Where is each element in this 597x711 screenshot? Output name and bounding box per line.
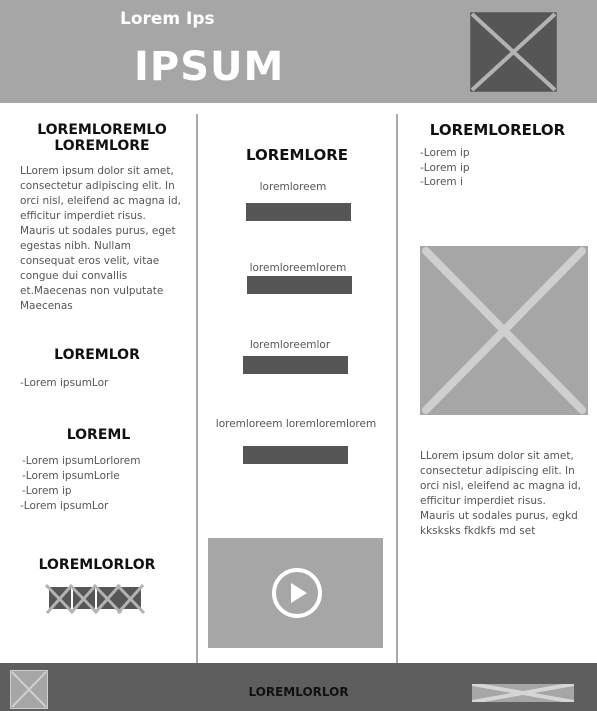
right-paragraph: LLorem ipsum dolor sit amet, consectetur… (420, 449, 596, 539)
list-item: -Lorem ip (420, 147, 470, 159)
paragraph-line: Mauris ut sodales purus, egkd (420, 510, 578, 522)
bar-button[interactable] (247, 276, 352, 294)
image-thumbnails (45, 584, 145, 615)
left-section3-title: LOREML (66, 427, 131, 443)
bar-button[interactable] (243, 446, 348, 464)
list-item: -Lorem ipsumLorlorem (22, 455, 141, 467)
menu-icon[interactable] (472, 684, 574, 702)
left-title-line2: LOREMLORE (54, 138, 150, 154)
left-section-title: LOREMLOREMLO LOREMLORE (10, 122, 194, 154)
list-item: -Lorem ipsumLor (20, 377, 109, 389)
left-list3: -Lorem ipsumLorlorem -Lorem ipsumLorle -… (20, 454, 141, 513)
header-subtitle: Lorem Ips (120, 9, 215, 29)
list-item: -Lorem ipsumLorle (22, 469, 120, 482)
left-list2: -Lorem ipsumLor (20, 376, 108, 391)
mid-section-title: LOREMLORE (245, 146, 349, 164)
bar-button[interactable] (246, 203, 351, 221)
thumbnail-icon[interactable] (45, 584, 75, 615)
bar-label: loremloreem loremloremlorem (215, 418, 377, 430)
paragraph-line: LLorem ipsum dolor sit amet, (20, 165, 174, 177)
list-item: -Lorem ip (420, 161, 470, 174)
header-title: IPSUM (134, 44, 285, 90)
play-icon[interactable] (271, 567, 323, 619)
paragraph-line: Mauris ut sodales purus, eget (20, 225, 176, 237)
thumbnail-icon[interactable] (92, 584, 123, 615)
header-image-placeholder-icon[interactable] (470, 12, 557, 92)
thumbnail-icon[interactable] (68, 584, 99, 615)
thumbnail-icon[interactable] (115, 584, 145, 615)
left-section2-title: LOREMLOR (54, 347, 140, 363)
left-paragraph: LLorem ipsum dolor sit amet, consectetur… (20, 164, 196, 314)
list-item: -Lorem ipsumLor (20, 499, 109, 512)
column-divider-right (396, 114, 398, 663)
paragraph-line: efficitur imperdiet risus. (420, 495, 546, 507)
image-placeholder-icon[interactable] (420, 246, 588, 415)
paragraph-line: congue dui convallis (20, 270, 128, 282)
paragraph-line: et.Maecenas non vulputate (20, 285, 164, 297)
paragraph-line: orci nisl, eleifend ac magna id, (420, 480, 581, 492)
bar-label: loremloreemlor (249, 339, 331, 351)
right-list: -Lorem ip -Lorem ip -Lorem i (420, 146, 470, 190)
list-item: -Lorem ip (22, 485, 72, 497)
left-section4-title: LOREMLORLOR (38, 557, 156, 573)
paragraph-line: consequat eros velit, vitae (20, 255, 160, 267)
right-section-title: LOREMLORELOR (429, 121, 566, 139)
list-item: -Lorem i (420, 176, 463, 188)
paragraph-line: consectetur adipiscing elit. In (420, 465, 575, 477)
bar-label: loremloreem (259, 181, 327, 193)
paragraph-line: egestas nibh. Nullam (20, 240, 131, 252)
paragraph-line: Maecenas (20, 300, 73, 312)
paragraph-line: kksksks fkdkfs md set (420, 525, 536, 537)
paragraph-line: LLorem ipsum dolor sit amet, (420, 450, 574, 462)
paragraph-line: consectetur adipiscing elit. In (20, 180, 175, 192)
paragraph-line: orci nisl, eleifend ac magna id, (20, 195, 181, 207)
paragraph-line: efficitur imperdiet risus. (20, 210, 146, 222)
bar-button[interactable] (243, 356, 348, 374)
column-divider-left (196, 114, 198, 663)
left-title-line1: LOREMLOREMLO (37, 122, 167, 138)
video-player[interactable] (208, 538, 383, 648)
bar-label: loremloreemlorem (249, 262, 347, 274)
